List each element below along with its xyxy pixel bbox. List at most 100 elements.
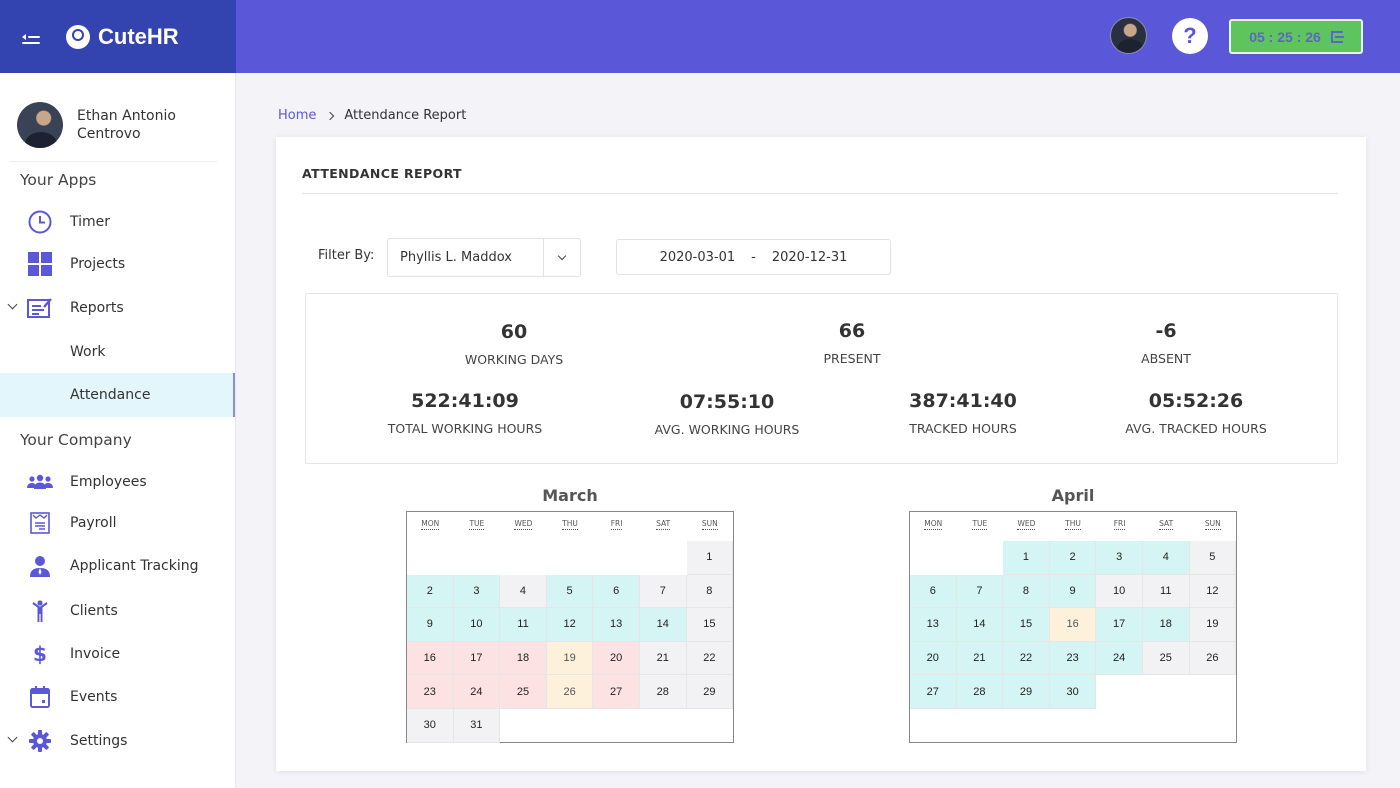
day-cell-weekend[interactable]: 11 (1142, 574, 1190, 609)
day-cell-present[interactable]: 24 (1096, 641, 1143, 676)
day-cell-absent[interactable]: 25 (500, 675, 547, 709)
sidebar-item-label: Payroll (70, 515, 117, 531)
day-cell-weekend[interactable]: 26 (1189, 641, 1237, 676)
help-button[interactable]: ? (1172, 18, 1208, 54)
day-cell-present[interactable]: 21 (956, 641, 1004, 676)
empty-cell (910, 541, 957, 575)
day-cell-weekend[interactable]: 4 (500, 574, 547, 609)
day-cell-present[interactable]: 10 (453, 608, 501, 642)
day-cell-present[interactable]: 14 (639, 608, 687, 642)
sidebar-item-events[interactable]: Events (0, 675, 235, 719)
day-cell-absent[interactable]: 16 (407, 641, 454, 676)
empty-cell (957, 541, 1004, 575)
day-cell-leave[interactable]: 19 (546, 641, 594, 676)
day-cell-present[interactable]: 12 (546, 608, 594, 642)
day-cell-present[interactable]: 2 (407, 574, 454, 609)
weekday-text: SAT (1159, 519, 1174, 530)
day-cell-present[interactable]: 13 (593, 608, 640, 642)
day-grid: 1 2 3 4 5 6 7 8 9 10 11 12 13 14 15 16 17 18 19 20 21 22 23 24 2… (910, 541, 1237, 709)
day-cell-present[interactable]: 14 (956, 608, 1004, 642)
day-cell-present[interactable]: 23 (1049, 641, 1097, 676)
sidebar-item-label: Attendance (70, 387, 151, 403)
day-cell-present[interactable]: 9 (1049, 574, 1097, 609)
sidebar-item-work[interactable]: Work (0, 330, 235, 374)
day-cell-present[interactable]: 20 (910, 641, 957, 676)
day-cell-present[interactable]: 8 (1003, 574, 1050, 609)
day-cell-weekend[interactable]: 28 (639, 675, 687, 709)
day-cell-leave[interactable]: 16 (1049, 608, 1097, 642)
clock-out-timer-button[interactable]: 05 : 25 : 26 (1229, 19, 1363, 54)
sidebar-item-clients[interactable]: Clients (0, 589, 235, 633)
app-logo[interactable]: CuteHR (66, 24, 179, 50)
day-cell-present[interactable]: 17 (1096, 608, 1143, 642)
stats-summary: 60 WORKING DAYS 66 PRESENT -6 ABSENT 522… (305, 293, 1338, 464)
day-cell-absent[interactable]: 20 (593, 641, 640, 676)
sidebar-item-settings[interactable]: Settings (0, 719, 235, 763)
sidebar-item-projects[interactable]: Projects (0, 242, 235, 286)
day-cell-leave[interactable]: 26 (546, 675, 594, 709)
attendance-report-card: ATTENDANCE REPORT Filter By: Phyllis L. … (276, 137, 1366, 771)
weekday-text: FRI (1113, 519, 1126, 530)
day-cell-weekend[interactable]: 5 (1189, 541, 1237, 575)
breadcrumb-home-link[interactable]: Home (278, 108, 316, 123)
day-cell-absent[interactable]: 24 (453, 675, 501, 709)
sidebar-item-reports[interactable]: Reports (0, 286, 235, 330)
weekday-text: THU (1065, 519, 1081, 530)
sidebar-item-timer[interactable]: Timer (0, 200, 235, 244)
day-cell-weekend[interactable]: 31 (453, 708, 501, 743)
day-cell-weekend[interactable]: 25 (1142, 641, 1190, 676)
menu-toggle-icon[interactable] (22, 30, 40, 44)
day-cell-present[interactable]: 29 (1003, 675, 1050, 709)
sidebar-item-invoice[interactable]: $ Invoice (0, 632, 235, 676)
day-cell-present[interactable]: 27 (910, 675, 957, 709)
sidebar-profile[interactable]: Ethan Antonio Centrovo (17, 102, 197, 148)
day-cell-weekend[interactable]: 10 (1096, 574, 1143, 609)
day-cell-absent[interactable]: 27 (593, 675, 640, 709)
day-cell-weekend[interactable]: 19 (1189, 608, 1237, 642)
weekday-label: THU (1050, 519, 1097, 541)
stat-avg-working-hours: 07:55:10 AVG. WORKING HOURS (655, 391, 800, 437)
day-cell-present[interactable]: 3 (453, 574, 501, 609)
day-cell-present[interactable]: 13 (910, 608, 957, 642)
day-cell-present[interactable]: 6 (593, 574, 640, 609)
day-cell-present[interactable]: 5 (546, 574, 594, 609)
day-cell-weekend[interactable]: 30 (407, 708, 454, 743)
sidebar-item-employees[interactable]: Employees (0, 460, 235, 504)
sidebar-item-attendance[interactable]: Attendance (0, 373, 235, 417)
grid-icon (27, 251, 53, 277)
day-cell-weekend[interactable]: 22 (686, 641, 734, 676)
day-cell-weekend[interactable]: 7 (639, 574, 687, 609)
day-cell-present[interactable]: 18 (1142, 608, 1190, 642)
day-cell-absent[interactable]: 17 (453, 641, 501, 676)
day-cell-weekend[interactable]: 1 (686, 541, 734, 575)
day-cell-present[interactable]: 30 (1049, 675, 1097, 709)
day-cell-weekend[interactable]: 15 (686, 608, 734, 642)
day-cell-present[interactable]: 11 (500, 608, 547, 642)
employee-select[interactable]: Phyllis L. Maddox (387, 238, 581, 277)
day-cell-present[interactable]: 3 (1096, 541, 1143, 575)
date-range-picker[interactable]: 2020-03-01 - 2020-12-31 (616, 239, 891, 275)
sidebar-item-payroll[interactable]: Payroll (0, 501, 235, 545)
weekday-header: MON TUE WED THU FRI SAT SUN (407, 512, 733, 541)
day-cell-absent[interactable]: 18 (500, 641, 547, 676)
day-cell-present[interactable]: 6 (910, 574, 957, 609)
day-cell-present[interactable]: 22 (1003, 641, 1050, 676)
filter-label: Filter By: (318, 248, 375, 263)
day-cell-weekend[interactable]: 21 (639, 641, 687, 676)
sidebar-item-applicant-tracking[interactable]: Applicant Tracking (0, 544, 235, 588)
user-avatar[interactable] (1110, 17, 1147, 54)
day-cell-present[interactable]: 1 (1003, 541, 1050, 575)
day-cell-absent[interactable]: 23 (407, 675, 454, 709)
day-cell-present[interactable]: 7 (956, 574, 1004, 609)
stat-label: WORKING DAYS (464, 352, 564, 367)
day-cell-weekend[interactable]: 29 (686, 675, 734, 709)
day-cell-present[interactable]: 2 (1049, 541, 1097, 575)
stat-value: 05:52:26 (1148, 390, 1244, 412)
day-cell-present[interactable]: 28 (956, 675, 1004, 709)
day-cell-weekend[interactable]: 12 (1189, 574, 1237, 609)
weekday-text: SUN (701, 519, 718, 530)
day-cell-weekend[interactable]: 8 (686, 574, 734, 609)
day-cell-present[interactable]: 15 (1003, 608, 1050, 642)
day-cell-present[interactable]: 4 (1142, 541, 1190, 575)
day-cell-present[interactable]: 9 (407, 608, 454, 642)
